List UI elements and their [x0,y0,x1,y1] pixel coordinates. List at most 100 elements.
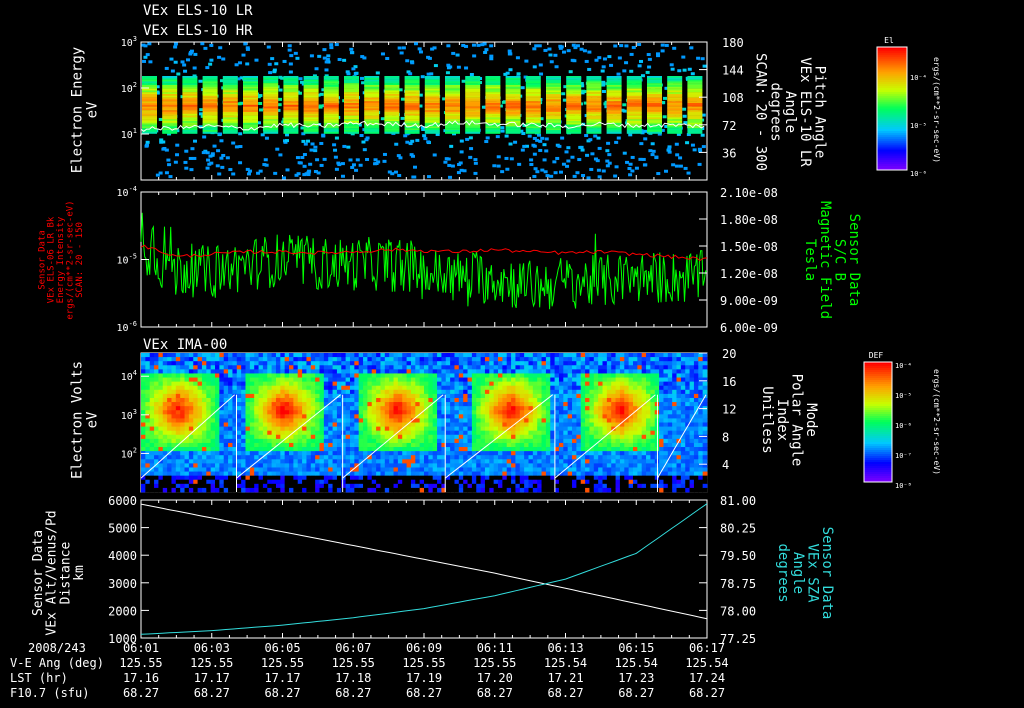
ima-cell [415,471,421,477]
ima-cell [376,397,381,403]
ima-cell [489,389,495,395]
ima-cell [219,438,225,444]
ima-cell [458,442,464,448]
els-band-cell [485,81,501,84]
ima-cell [389,402,394,407]
ima-cell [332,479,338,485]
ima-cell [380,393,386,399]
els-band-cell [505,113,521,116]
els-band-cell [142,88,157,91]
els-cell [430,47,435,51]
els-band-cell [586,103,602,105]
ima-cell [275,418,281,423]
ima-cell [489,426,495,432]
ima-cell [223,414,229,419]
ima-cell [228,385,233,391]
ima-cell [258,414,264,419]
ima-cell [193,381,198,387]
ima-cell [262,357,268,362]
ima-cell [188,451,194,456]
els-band-cell [323,99,339,102]
ima-cell [262,475,268,481]
ima-cell [289,463,294,468]
ima-cell [310,365,316,370]
els-cell [238,161,243,165]
els-band-cell [142,90,157,93]
els-cell [298,77,303,81]
ima-cell [215,397,220,403]
ima-cell [471,410,477,415]
ima-cell [402,447,407,452]
els-band-cell [323,113,339,116]
els-band-cell [202,117,218,120]
ima-cell [358,442,364,448]
els-cell [625,160,630,164]
ima-cell [167,397,172,403]
els-band-cell [485,115,501,118]
els-cell [532,152,537,156]
ima-cell [241,377,246,383]
ima-cell [402,463,407,468]
ima-cell [228,361,233,366]
ima-cell [145,418,151,423]
els-cell [585,153,590,157]
ima-cell [428,377,434,383]
ima-cell [410,430,416,436]
els-band-cell [323,119,339,122]
els-band-cell [404,97,420,100]
ima-cell [158,434,164,440]
ima-cell [341,365,347,370]
ima-cell [254,406,259,411]
ima-cell [258,426,264,432]
els-band-cell [263,115,279,118]
ima-cell [424,471,429,477]
els-cell [646,53,651,57]
ima-cell [432,487,438,493]
els-band-cell [566,85,582,87]
els-band-cell [424,76,440,78]
ima-cell [384,406,390,411]
ima-cell [354,418,360,423]
ima-cell [402,381,407,387]
ima-cell [445,447,451,452]
els-band-cell [182,119,198,122]
ima-cell [363,467,368,472]
els-band-cell [384,126,400,129]
els-cell [333,148,338,152]
els-band-cell [525,119,541,122]
ima-cell [293,385,299,391]
els-cell [254,58,259,62]
ima-cell [454,410,460,415]
els-band-cell [283,79,299,82]
ima-cell [167,430,172,436]
ima-cell [341,393,347,399]
ima-cell [358,422,364,427]
ima-cell [141,422,146,427]
ima-cell [241,475,246,481]
els-cell [218,46,223,50]
ima-cell [484,406,490,411]
ima-cell [280,426,286,432]
axis-label-line: ergs/(cm**2-sr-sec-eV) [932,57,941,163]
ima-cell [463,369,468,374]
ima-cell [406,467,412,472]
ima-cell [228,487,233,493]
ima-cell [450,410,455,415]
els-cell [575,44,580,48]
ima-cell [262,442,268,448]
ima-cell [210,463,216,468]
ima-cell [480,463,486,468]
ima-cell [463,406,468,411]
ima-cell [484,357,490,362]
els-cell [589,167,594,171]
ima-cell [454,434,460,440]
ima-cell [432,430,438,436]
ima-cell [450,365,455,370]
els-cell [524,59,529,63]
ima-cell [402,397,407,403]
ima-cell [275,455,281,460]
els-cell [580,148,585,152]
ima-cell [463,357,468,362]
ima-cell [358,397,364,403]
ima-cell [171,434,177,440]
